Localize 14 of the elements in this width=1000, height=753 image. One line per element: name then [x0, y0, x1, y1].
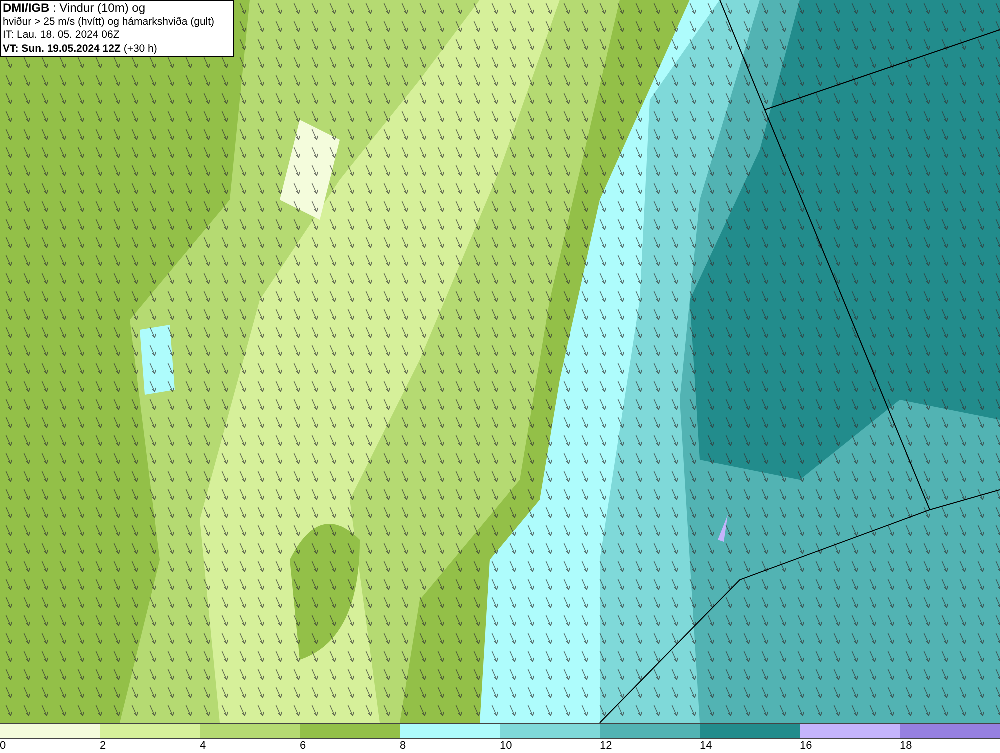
- legend-label: 6: [300, 739, 306, 753]
- legend-label: 12: [600, 739, 612, 753]
- legend-label: 10: [500, 739, 512, 753]
- title-text: DMI/IGB : Vindur (10m) og: [3, 2, 146, 14]
- title-text: hviður > 25 m/s (hvítt) og hámarkshviða (gult): [3, 16, 216, 28]
- legend-label: 0: [0, 739, 6, 753]
- legend-label: 4: [200, 739, 206, 753]
- legend-label: 16: [800, 739, 812, 753]
- title-text: IT: Lau. 18. 05. 2024 06Z: [3, 29, 121, 42]
- legend-label: 8: [400, 739, 406, 753]
- title-text: VT: Sun. 19.05.2024 12Z (+30 h): [3, 42, 158, 55]
- legend-label: 2: [100, 739, 106, 753]
- legend-label: 18: [900, 739, 912, 753]
- legend-label: 14: [700, 739, 712, 753]
